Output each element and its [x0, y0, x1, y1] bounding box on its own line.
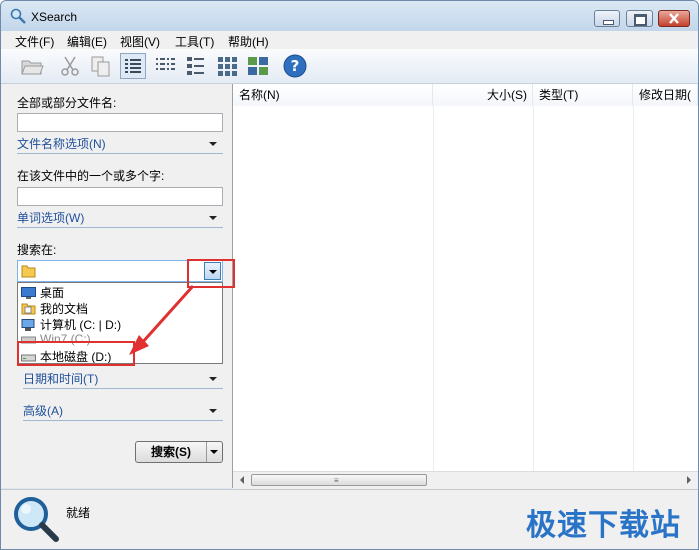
horizontal-scrollbar[interactable]: ≡ [233, 471, 698, 489]
date-options-expander[interactable]: 日期和时间(T) [23, 370, 223, 389]
chevron-down-icon[interactable] [210, 450, 218, 454]
computer-icon [21, 319, 35, 331]
advanced-options-expander[interactable]: 高级(A) [23, 402, 223, 421]
tiles-view-icon [248, 57, 268, 75]
small-icons-view-button[interactable] [183, 53, 209, 79]
maximize-icon [634, 14, 647, 26]
chevron-down-icon [209, 409, 217, 413]
dropdown-item-documents[interactable]: 我的文档 [21, 300, 88, 316]
menu-help[interactable]: 帮助(H) [228, 33, 269, 50]
details-view-icon [125, 59, 141, 73]
column-header-name[interactable]: 名称(N) [233, 84, 433, 106]
highlight-box-drive-d [17, 341, 135, 366]
column-header-type[interactable]: 类型(T) [533, 84, 633, 106]
search-in-label: 搜索在: [17, 243, 57, 257]
xsearch-window: XSearch 文件(F) 编辑(E) 视图(V) 工具(T) 帮助(H) ? … [0, 0, 699, 550]
copy-icon [91, 56, 110, 77]
open-folder-icon [21, 60, 44, 75]
word-options-expander[interactable]: 单词选项(W) [17, 209, 223, 228]
chevron-down-icon [209, 377, 217, 381]
search-magnifier-icon [14, 497, 59, 542]
cut-button[interactable] [57, 53, 83, 79]
open-folder-button[interactable] [19, 53, 45, 79]
menu-tools[interactable]: 工具(T) [175, 33, 214, 50]
results-list: 名称(N) 大小(S) 类型(T) 修改日期( ≡ [233, 84, 698, 489]
close-icon [669, 13, 679, 24]
scroll-left-icon[interactable] [235, 473, 249, 487]
dropdown-item-computer[interactable]: 计算机 (C: | D:) [21, 316, 121, 332]
minimize-icon [603, 20, 614, 25]
chevron-down-icon [209, 216, 217, 220]
date-options-label: 日期和时间(T) [23, 372, 99, 386]
help-button[interactable]: ? [282, 53, 308, 79]
menu-file[interactable]: 文件(F) [15, 33, 54, 50]
text-label: 在该文件中的一个或多个字: [17, 169, 165, 183]
tiles-view-button[interactable] [245, 53, 271, 79]
title-bar: XSearch [1, 1, 698, 31]
list-view-button[interactable] [152, 53, 178, 79]
highlight-box-dropdown [187, 259, 235, 288]
filename-options-expander[interactable]: 文件名称选项(N) [17, 135, 223, 154]
menu-view[interactable]: 视图(V) [120, 33, 160, 50]
thumbnails-view-button[interactable] [214, 53, 240, 79]
cut-icon [61, 56, 79, 76]
menu-bar: 文件(F) 编辑(E) 视图(V) 工具(T) 帮助(H) [1, 31, 698, 49]
copy-button[interactable] [88, 53, 114, 79]
word-options-label: 单词选项(W) [17, 211, 85, 225]
small-icons-view-icon [187, 57, 204, 75]
details-view-button[interactable] [120, 53, 146, 79]
folder-icon [21, 265, 36, 278]
documents-folder-icon [21, 303, 36, 315]
column-divider [533, 106, 534, 476]
minimize-button[interactable] [594, 10, 620, 27]
magnifier-app-icon [10, 8, 26, 24]
desktop-icon [21, 287, 36, 299]
column-header-modified[interactable]: 修改日期( [633, 84, 698, 106]
filename-options-label: 文件名称选项(N) [17, 137, 106, 151]
column-divider [633, 106, 634, 476]
svg-text:?: ? [291, 57, 300, 75]
window-title: XSearch [31, 10, 78, 24]
scroll-right-icon[interactable] [682, 473, 696, 487]
close-button[interactable] [658, 10, 690, 27]
chevron-down-icon [209, 142, 217, 146]
watermark-text: 极速下载站 [526, 509, 681, 542]
menu-edit[interactable]: 编辑(E) [67, 33, 107, 50]
grip-icon: ≡ [334, 476, 339, 485]
filename-input[interactable] [17, 113, 223, 132]
scrollbar-thumb[interactable]: ≡ [251, 474, 427, 486]
advanced-options-label: 高级(A) [23, 404, 63, 418]
toolbar: ? [1, 49, 698, 84]
text-input[interactable] [17, 187, 223, 206]
maximize-button[interactable] [626, 10, 653, 27]
column-divider [433, 106, 434, 476]
status-bar: 就绪 极速下载站 [1, 489, 698, 549]
help-icon: ? [283, 54, 307, 78]
thumbnails-view-icon [218, 57, 237, 76]
dropdown-item-desktop[interactable]: 桌面 [21, 284, 64, 300]
list-view-icon [156, 58, 175, 70]
column-header-size[interactable]: 大小(S) [433, 84, 533, 106]
status-text: 就绪 [66, 506, 91, 520]
search-split-button[interactable]: 搜索(S) [135, 441, 223, 463]
filename-label: 全部或部分文件名: [17, 96, 117, 110]
search-button[interactable]: 搜索(S) [136, 442, 207, 462]
